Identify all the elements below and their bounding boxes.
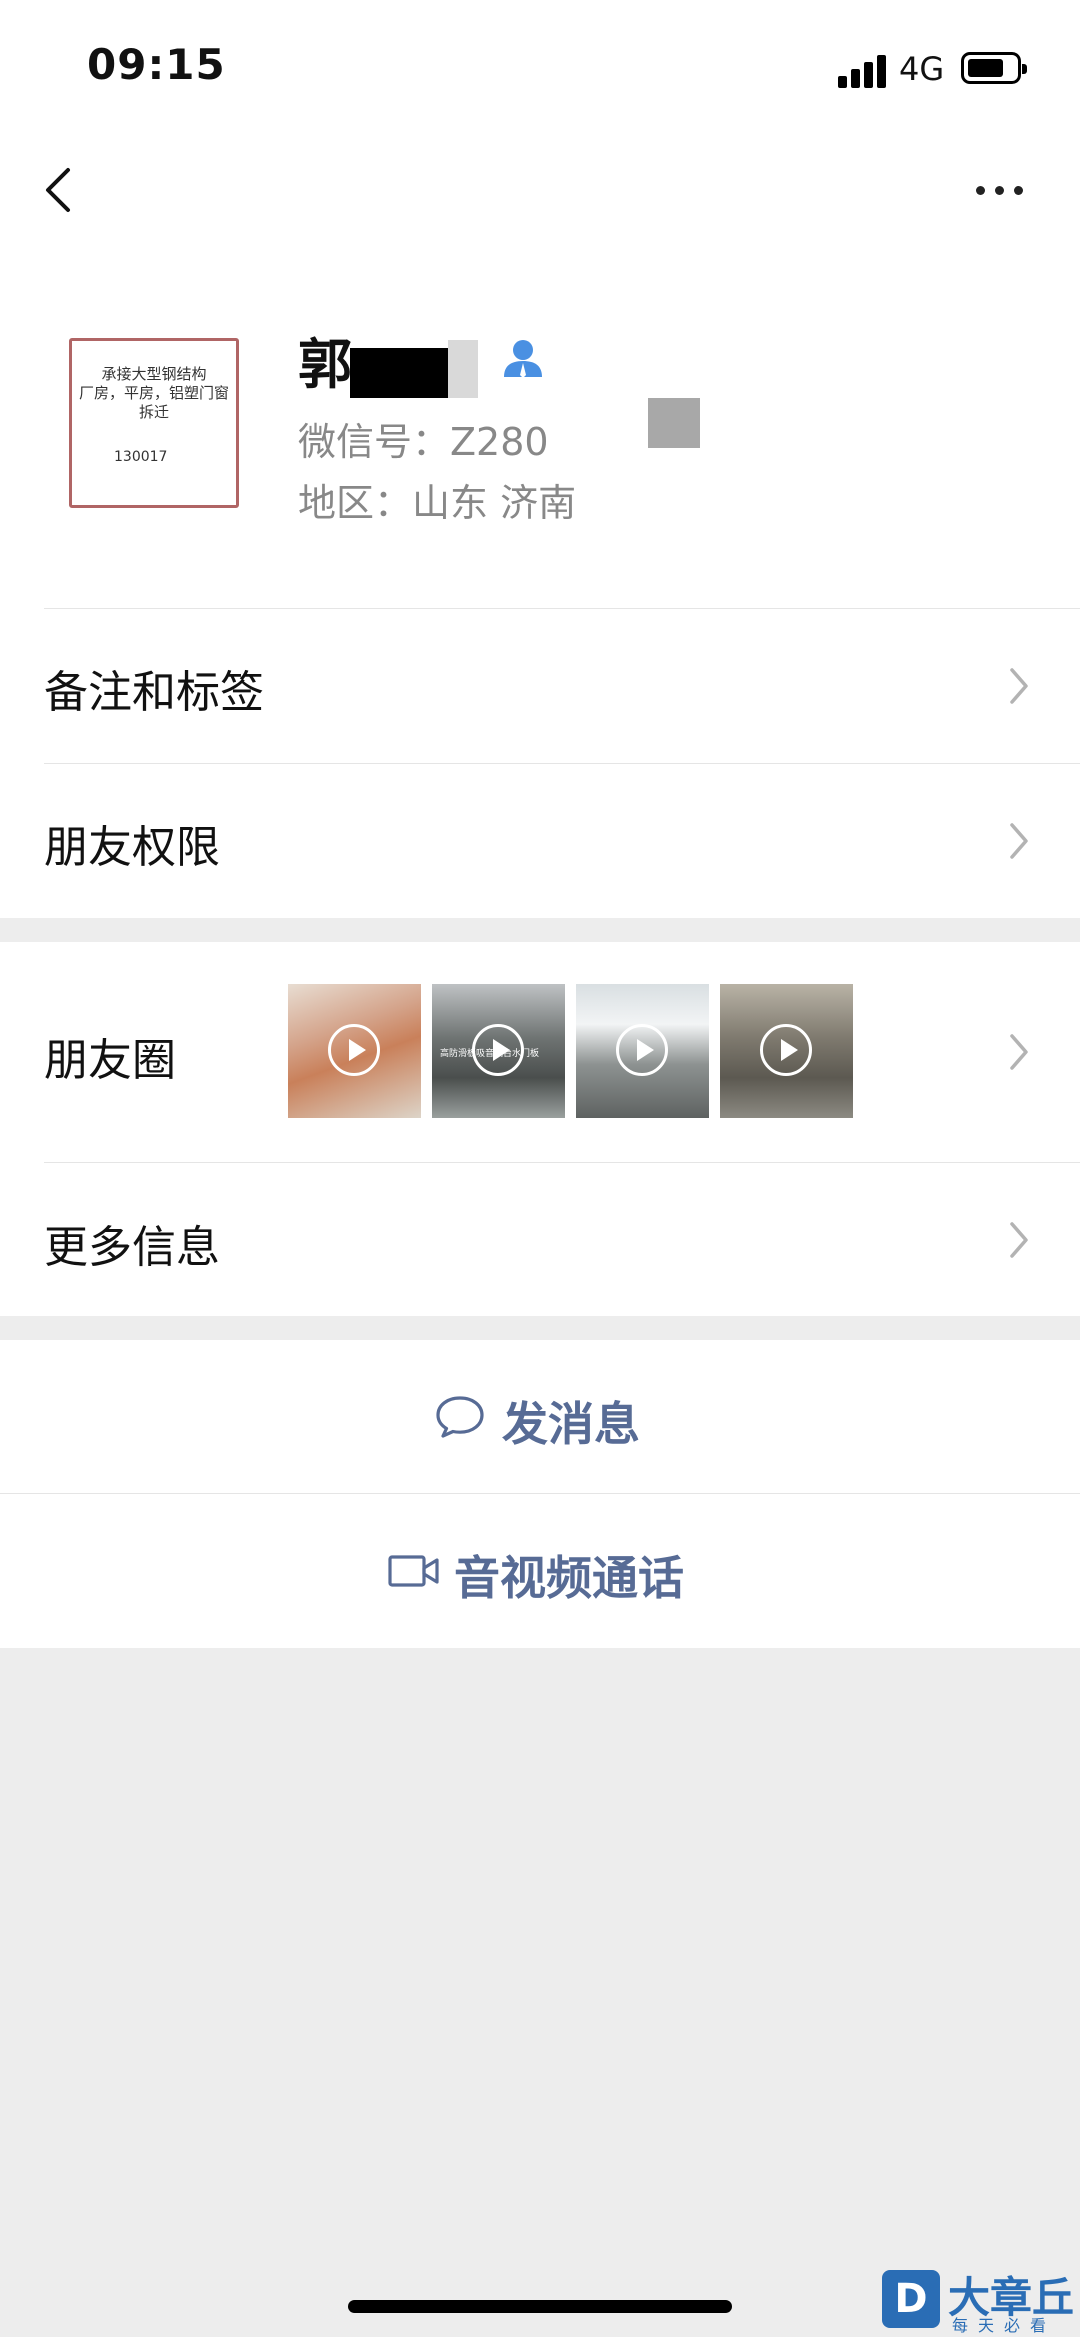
chevron-right-icon — [1010, 1034, 1028, 1070]
id-redaction-white — [548, 398, 648, 448]
chevron-right-icon — [1010, 668, 1028, 704]
watermark-slogan: 每天必看 — [952, 2316, 1057, 2335]
row-friend-permissions[interactable]: 朋友权限 — [0, 764, 1080, 918]
avatar-phone-text: 130017 — [114, 449, 168, 465]
send-message-button[interactable]: 发消息 — [0, 1340, 1080, 1493]
battery-icon — [961, 52, 1027, 84]
play-icon — [328, 1024, 380, 1076]
signal-icon — [838, 54, 888, 88]
row-label: 更多信息 — [44, 1222, 220, 1273]
row-remark-tags[interactable]: 备注和标签 — [0, 609, 1080, 763]
id-redaction-gray — [648, 398, 700, 448]
moments-thumbnail[interactable]: 高防滑板吸音隔台水门板 — [432, 984, 565, 1118]
name-redaction-gray — [448, 340, 478, 398]
avatar-text-line: 厂房，平房，铝塑门窗 — [78, 384, 229, 402]
av-call-button[interactable]: 音视频通话 — [0, 1494, 1080, 1648]
thumbnail-caption: 高防滑板吸音隔台水门板 — [440, 1049, 540, 1059]
play-icon — [616, 1024, 668, 1076]
back-button[interactable] — [38, 160, 86, 220]
network-type: 4G — [899, 50, 945, 88]
avatar-text-line: 承接大型钢结构 — [101, 365, 207, 383]
moments-thumbnail[interactable] — [288, 984, 421, 1118]
av-call-label: 音视频通话 — [454, 1551, 684, 1605]
send-message-label: 发消息 — [502, 1397, 640, 1451]
chat-bubble-icon — [436, 1396, 484, 1438]
name-redaction — [350, 348, 450, 398]
more-options-button[interactable] — [970, 170, 1030, 210]
video-camera-icon — [388, 1555, 439, 1587]
contact-person-icon — [500, 335, 546, 381]
moments-thumbnail[interactable] — [720, 984, 853, 1118]
contact-name: 郭 — [298, 333, 352, 396]
chevron-left-icon — [46, 168, 70, 212]
avatar-text-line: 拆迁 — [138, 403, 169, 421]
chevron-right-icon — [1010, 823, 1028, 859]
avatar[interactable]: 承接大型钢结构 厂房，平房，铝塑门窗 拆迁 130017 — [69, 338, 239, 508]
home-indicator[interactable] — [348, 2300, 732, 2313]
moments-thumbnail[interactable] — [576, 984, 709, 1118]
wechat-id: 微信号：Z280 — [298, 420, 549, 464]
row-label: 备注和标签 — [44, 667, 264, 718]
row-more-info[interactable]: 更多信息 — [0, 1163, 1080, 1316]
play-icon — [760, 1024, 812, 1076]
row-label: 朋友权限 — [44, 822, 220, 873]
watermark-logo: D — [882, 2270, 940, 2328]
chevron-right-icon — [1010, 1222, 1028, 1258]
row-label: 朋友圈 — [44, 1035, 176, 1086]
status-time: 09:15 — [87, 40, 226, 89]
contact-region: 地区：山东 济南 — [298, 481, 577, 525]
settings-section: 备注和标签 朋友权限 — [0, 609, 1080, 918]
